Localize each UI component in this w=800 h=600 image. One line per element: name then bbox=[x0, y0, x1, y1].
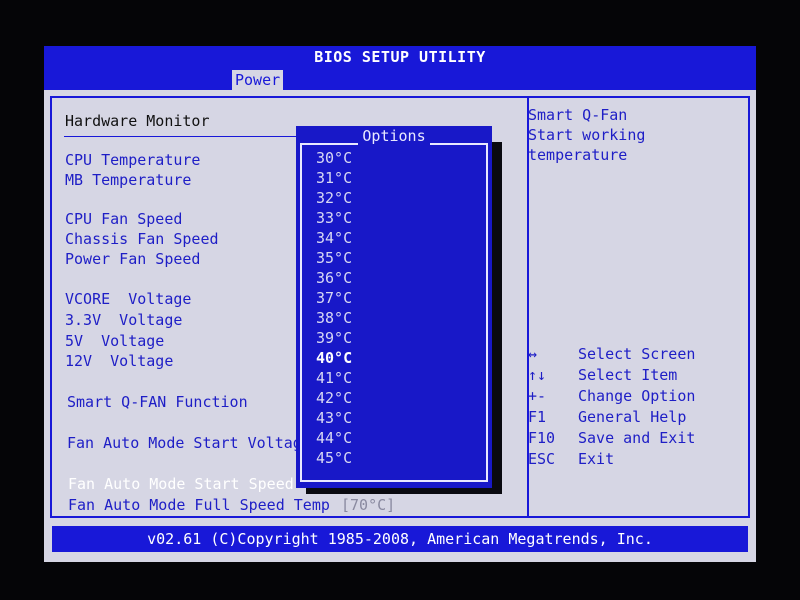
key-desc-general-help: General Help bbox=[578, 408, 687, 426]
help-line-3: temperature bbox=[528, 146, 628, 164]
key-f1: F1 bbox=[528, 408, 547, 426]
cpu-temperature-label: CPU Temperature bbox=[65, 151, 201, 169]
title-bar: BIOS SETUP UTILITY bbox=[44, 46, 756, 68]
power-fan-speed-label: Power Fan Speed bbox=[65, 250, 201, 268]
cpu-fan-speed-label: CPU Fan Speed bbox=[65, 210, 183, 228]
option-34c[interactable]: 34°C bbox=[316, 229, 352, 247]
key-desc-change-option: Change Option bbox=[578, 387, 696, 405]
option-30c[interactable]: 30°C bbox=[316, 149, 352, 167]
key-desc-select-screen: Select Screen bbox=[578, 345, 696, 363]
fan-auto-start-speed-temp-item[interactable]: Fan Auto Mode Start Speed T bbox=[68, 475, 312, 493]
help-line-2: Start working bbox=[528, 126, 646, 144]
tab-bar: Power bbox=[44, 68, 756, 90]
chassis-fan-speed-label: Chassis Fan Speed bbox=[65, 230, 219, 248]
fan-auto-start-voltage-item[interactable]: Fan Auto Mode Start Voltage bbox=[67, 434, 311, 452]
option-40c-selected[interactable]: 40°C bbox=[316, 349, 352, 367]
option-35c[interactable]: 35°C bbox=[316, 249, 352, 267]
option-39c[interactable]: 39°C bbox=[316, 329, 352, 347]
up-down-arrow-icon: ↑↓ bbox=[528, 366, 547, 384]
key-desc-exit: Exit bbox=[578, 450, 615, 468]
option-45c[interactable]: 45°C bbox=[316, 449, 352, 467]
key-desc-select-item: Select Item bbox=[578, 366, 678, 384]
section-header: Hardware Monitor bbox=[65, 112, 210, 130]
option-37c[interactable]: 37°C bbox=[316, 289, 352, 307]
12v-voltage-label: 12V Voltage bbox=[65, 352, 174, 370]
key-f10: F10 bbox=[528, 429, 556, 447]
key-plus-minus: +- bbox=[528, 387, 547, 405]
help-line-1: Smart Q-Fan bbox=[528, 106, 628, 124]
vcore-voltage-label: VCORE Voltage bbox=[65, 290, 192, 308]
left-right-arrow-icon: ↔ bbox=[528, 345, 538, 363]
footer-copyright: v02.61 (C)Copyright 1985-2008, American … bbox=[52, 526, 748, 552]
option-41c[interactable]: 41°C bbox=[316, 369, 352, 387]
options-list: 30°C 31°C 32°C 33°C 34°C 35°C 36°C 37°C … bbox=[300, 143, 488, 482]
option-43c[interactable]: 43°C bbox=[316, 409, 352, 427]
bios-screen: BIOS SETUP UTILITY Power Hardware Monito… bbox=[44, 46, 756, 562]
key-esc: ESC bbox=[528, 450, 556, 468]
fan-auto-full-speed-temp-value: [70°C] bbox=[341, 496, 396, 514]
mb-temperature-label: MB Temperature bbox=[65, 171, 192, 189]
option-31c[interactable]: 31°C bbox=[316, 169, 352, 187]
tab-power[interactable]: Power bbox=[232, 70, 284, 90]
options-popup: 30°C 31°C 32°C 33°C 34°C 35°C 36°C 37°C … bbox=[296, 126, 492, 488]
option-33c[interactable]: 33°C bbox=[316, 209, 352, 227]
5v-voltage-label: 5V Voltage bbox=[65, 332, 165, 350]
section-rule bbox=[64, 136, 299, 137]
options-popup-title-text: Options bbox=[358, 127, 430, 145]
option-36c[interactable]: 36°C bbox=[316, 269, 352, 287]
key-desc-save-exit: Save and Exit bbox=[578, 429, 696, 447]
3v3-voltage-label: 3.3V Voltage bbox=[65, 311, 183, 329]
smart-qfan-function-item[interactable]: Smart Q-FAN Function bbox=[67, 393, 248, 411]
option-42c[interactable]: 42°C bbox=[316, 389, 352, 407]
fan-auto-full-speed-temp-item[interactable]: Fan Auto Mode Full Speed Temp bbox=[68, 496, 330, 514]
option-32c[interactable]: 32°C bbox=[316, 189, 352, 207]
option-44c[interactable]: 44°C bbox=[316, 429, 352, 447]
options-popup-title: Options bbox=[296, 126, 492, 146]
option-38c[interactable]: 38°C bbox=[316, 309, 352, 327]
